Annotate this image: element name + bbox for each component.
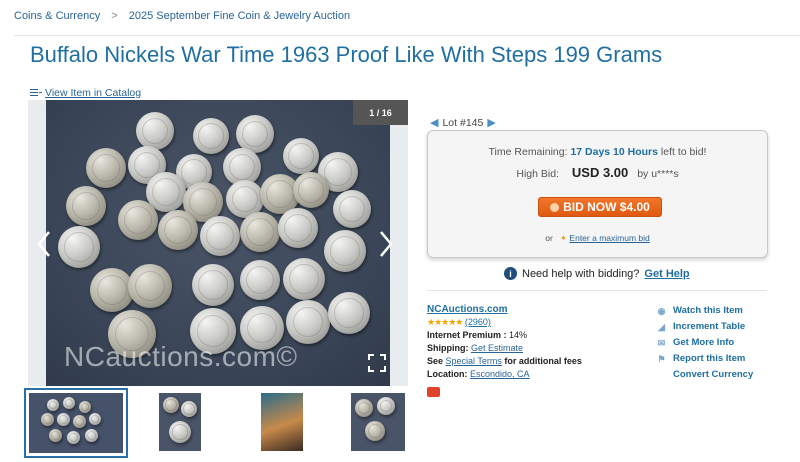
help-text: Need help with bidding?: [522, 267, 640, 280]
photo-watermark: NCauctions.com©: [64, 341, 298, 372]
photo-counter: 1 / 16: [353, 100, 408, 125]
terms-prefix: See: [427, 356, 444, 366]
view-in-catalog-link[interactable]: View Item in Catalog: [30, 87, 141, 99]
location-label: Location:: [427, 369, 468, 379]
rating-stars-icon: ★★★★★: [427, 317, 463, 327]
page-title: Buffalo Nickels War Time 1963 Proof Like…: [30, 42, 663, 67]
premium-value: 14%: [509, 330, 528, 340]
chevron-right-icon[interactable]: [378, 230, 394, 258]
bid-now-label: BID NOW $4.00: [563, 200, 650, 214]
get-more-info-label: Get More Info: [673, 337, 735, 348]
flag-icon: ⚑: [657, 354, 666, 364]
thumbnail-4[interactable]: [348, 390, 408, 454]
terms-suffix: for additional fees: [504, 356, 582, 366]
previous-lot-arrow-icon[interactable]: ◀: [430, 116, 438, 129]
increment-table-label: Increment Table: [673, 321, 746, 332]
high-bid-label: High Bid:: [516, 168, 559, 180]
premium-label: Internet Premium :: [427, 330, 507, 340]
max-bid-row: or ✦ Enter a maximum bid: [428, 233, 767, 244]
seller-info: NCAuctions.com ★★★★★ (2960) Internet Pre…: [427, 303, 582, 401]
bar-chart-icon: ◢: [658, 322, 665, 332]
section-divider: [427, 290, 767, 291]
header-divider: [14, 35, 800, 36]
main-photo[interactable]: 1 / 16 NCauctions.com©: [28, 100, 408, 386]
bidding-help: i Need help with bidding? Get Help: [504, 267, 690, 280]
location-link[interactable]: Escondido, CA: [470, 369, 530, 379]
report-item-label: Report this Item: [673, 353, 746, 364]
expand-icon[interactable]: [368, 354, 386, 372]
get-help-link[interactable]: Get Help: [644, 268, 689, 280]
seller-name-link[interactable]: NCAuctions.com: [427, 304, 508, 315]
thumbnail-1[interactable]: [24, 388, 128, 458]
breadcrumb-separator: >: [111, 10, 118, 22]
envelope-icon: ✉: [657, 338, 666, 348]
next-lot-arrow-icon[interactable]: ▶: [487, 116, 495, 129]
thumbnail-2[interactable]: [156, 390, 204, 454]
convert-currency-link[interactable]: Convert Currency: [656, 367, 753, 383]
list-icon: [30, 88, 42, 98]
rating-count-link[interactable]: (2960): [465, 317, 491, 327]
time-remaining: Time Remaining: 17 Days 10 Hours left to…: [428, 146, 767, 158]
thumbnail-3[interactable]: [258, 390, 306, 454]
high-bid-value: USD 3.00: [571, 165, 629, 180]
lot-number: Lot #145: [442, 116, 484, 129]
item-actions: ◉ Watch this Item ◢ Increment Table ✉ Get M…: [656, 303, 753, 383]
high-bidder: by u****s: [637, 168, 679, 180]
seller-tag-icon: [427, 387, 440, 397]
get-more-info-link[interactable]: ✉ Get More Info: [656, 335, 753, 351]
time-remaining-suffix: left to bid!: [660, 146, 707, 158]
breadcrumb-link-auction[interactable]: 2025 September Fine Coin & Jewelry Aucti…: [129, 10, 350, 22]
gavel-icon: [550, 202, 560, 212]
time-remaining-value: 17 Days 10 Hours: [570, 146, 658, 158]
max-bid-icon: ✦: [559, 233, 568, 243]
eye-icon: ◉: [657, 306, 666, 316]
time-remaining-label: Time Remaining:: [488, 146, 568, 158]
bid-panel: Time Remaining: 17 Days 10 Hours left to…: [427, 130, 768, 258]
info-icon: i: [504, 267, 517, 280]
shipping-label: Shipping:: [427, 343, 469, 353]
breadcrumb-link-category[interactable]: Coins & Currency: [14, 10, 100, 22]
report-item-link[interactable]: ⚑ Report this Item: [656, 351, 753, 367]
or-text: or: [545, 233, 553, 243]
thumbnail-strip: [24, 388, 408, 458]
watch-item-link[interactable]: ◉ Watch this Item: [656, 303, 753, 319]
shipping-estimate-link[interactable]: Get Estimate: [471, 343, 523, 353]
breadcrumb: Coins & Currency > 2025 September Fine C…: [14, 10, 350, 22]
chevron-left-icon[interactable]: [36, 230, 52, 258]
high-bid: High Bid: USD 3.00 by u****s: [428, 165, 767, 180]
special-terms-link[interactable]: Special Terms: [446, 356, 502, 366]
increment-table-link[interactable]: ◢ Increment Table: [656, 319, 753, 335]
watch-item-label: Watch this Item: [673, 305, 743, 316]
max-bid-link[interactable]: Enter a maximum bid: [569, 233, 649, 243]
convert-currency-label: Convert Currency: [673, 369, 754, 380]
bid-now-button[interactable]: BID NOW $4.00: [538, 197, 662, 217]
lot-nav: ◀ Lot #145 ▶: [430, 116, 496, 130]
view-in-catalog-label: View Item in Catalog: [45, 87, 142, 99]
